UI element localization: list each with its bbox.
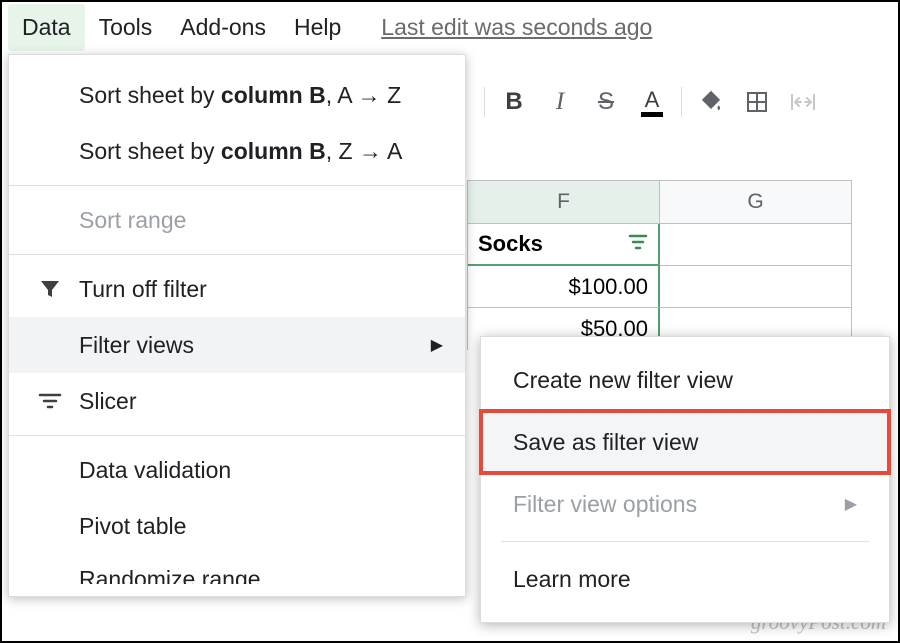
menu-addons[interactable]: Add-ons [166, 4, 280, 51]
cell-header-socks[interactable]: Socks [468, 224, 660, 266]
submenu-arrow-icon: ▶ [845, 494, 857, 514]
table-row: $100.00 [468, 266, 852, 308]
submenu-arrow-icon: ▶ [431, 335, 443, 355]
menu-sort-range: Sort range [9, 192, 465, 248]
menu-slicer[interactable]: Slicer [9, 373, 465, 429]
menu-label: Create new filter view [513, 367, 733, 394]
menu-tools[interactable]: Tools [85, 4, 167, 51]
menu-label: Filter view options [513, 491, 697, 518]
menu-turn-off-filter[interactable]: Turn off filter [9, 261, 465, 317]
menu-filter-views[interactable]: Filter views ▶ [9, 317, 465, 373]
italic-button[interactable]: I [537, 79, 583, 125]
menu-label: Filter views [79, 332, 194, 359]
cell[interactable]: $100.00 [468, 266, 660, 308]
bold-button[interactable]: B [491, 79, 537, 125]
submenu-learn-more[interactable]: Learn more [481, 548, 889, 610]
format-toolbar: B I S A [432, 72, 826, 132]
menu-separator [9, 185, 465, 186]
cell-text: Socks [478, 231, 543, 257]
column-headers: F G [468, 180, 852, 224]
menu-separator [9, 254, 465, 255]
menu-label: Learn more [513, 566, 631, 593]
column-header-g[interactable]: G [660, 180, 852, 224]
menu-help[interactable]: Help [280, 4, 355, 51]
menu-label: Turn off filter [79, 276, 207, 303]
menu-label: Sort sheet by column B, A → Z [79, 82, 401, 109]
menu-data-validation[interactable]: Data validation [9, 442, 465, 498]
spreadsheet: F G Socks $100.00 $50.00 [467, 180, 852, 350]
borders-button[interactable] [734, 79, 780, 125]
slicer-icon [35, 391, 65, 411]
menu-label: Randomize range [79, 566, 261, 584]
text-color-button[interactable]: A [629, 79, 675, 125]
menu-separator [501, 541, 869, 542]
menu-sort-sheet-az[interactable]: Sort sheet by column B, A → Z [9, 67, 465, 123]
submenu-save-as-filter-view[interactable]: Save as filter view [481, 411, 889, 473]
filter-views-submenu: Create new filter view Save as filter vi… [480, 336, 890, 623]
menu-separator [9, 435, 465, 436]
fill-color-button[interactable] [688, 79, 734, 125]
menu-pivot-table[interactable]: Pivot table [9, 498, 465, 554]
submenu-create-new-filter-view[interactable]: Create new filter view [481, 349, 889, 411]
funnel-icon [35, 278, 65, 300]
menu-bar: Data Tools Add-ons Help Last edit was se… [2, 2, 898, 52]
menu-sort-sheet-za[interactable]: Sort sheet by column B, Z → A [9, 123, 465, 179]
toolbar-separator [484, 87, 485, 117]
menu-randomize-range[interactable]: Randomize range [9, 554, 465, 584]
menu-label: Pivot table [79, 513, 186, 540]
last-edit-link[interactable]: Last edit was seconds ago [381, 14, 652, 41]
table-row: Socks [468, 224, 852, 266]
menu-label: Slicer [79, 388, 137, 415]
strikethrough-button[interactable]: S [583, 79, 629, 125]
filter-icon[interactable] [628, 231, 648, 257]
menu-label: Save as filter view [513, 429, 698, 456]
cell-text: $100.00 [568, 274, 648, 300]
menu-data[interactable]: Data [8, 4, 85, 51]
cell[interactable] [660, 224, 852, 266]
submenu-filter-view-options: Filter view options ▶ [481, 473, 889, 535]
menu-label: Sort range [79, 207, 186, 234]
toolbar-separator [681, 87, 682, 117]
menu-label: Sort sheet by column B, Z → A [79, 138, 402, 165]
menu-label: Data validation [79, 457, 231, 484]
data-menu-dropdown: Sort sheet by column B, A → Z Sort sheet… [8, 54, 466, 597]
merge-cells-button[interactable] [780, 79, 826, 125]
column-header-f[interactable]: F [468, 180, 660, 224]
cell[interactable] [660, 266, 852, 308]
